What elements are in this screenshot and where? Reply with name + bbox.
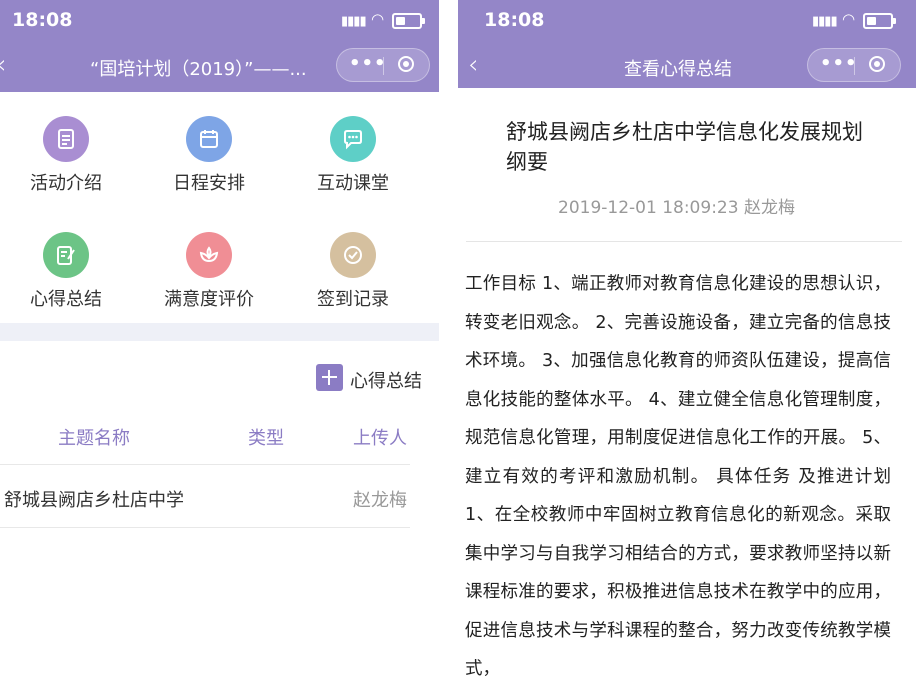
nav-title: “国培计划（2019）”——... — [90, 59, 307, 80]
mini-program-capsule: ••• — [336, 48, 430, 82]
status-time: 18:08 — [484, 9, 545, 31]
close-target-icon[interactable] — [869, 56, 885, 72]
nav-title: 查看心得总结 — [624, 59, 732, 80]
table-divider — [0, 464, 410, 465]
row-divider — [0, 527, 410, 528]
more-icon[interactable]: ••• — [349, 53, 387, 74]
article-body: 工作目标 1、端正教师对教育信息化建设的思想认识，转变老旧观念。 2、完善设施设… — [465, 274, 891, 679]
menu-activity-intro[interactable]: 活动介绍 — [0, 116, 136, 195]
article-author: 赵龙梅 — [743, 198, 795, 218]
menu-label: 心得总结 — [30, 289, 102, 310]
menu-label: 日程安排 — [173, 173, 245, 194]
menu-label: 签到记录 — [317, 289, 389, 310]
column-header-type: 类型 — [248, 428, 284, 449]
wifi-icon: ◠ — [842, 10, 856, 28]
column-header-uploader: 上传人 — [353, 428, 407, 449]
calendar-icon — [186, 116, 232, 162]
mini-program-capsule: ••• — [807, 48, 901, 82]
more-icon[interactable]: ••• — [820, 53, 858, 74]
add-icon[interactable] — [316, 364, 343, 391]
menu-label: 满意度评价 — [164, 289, 254, 310]
column-header-title: 主题名称 — [58, 428, 130, 449]
menu-reflection-summary[interactable]: 心得总结 — [0, 232, 136, 311]
top-bar: 18:08 ▮▮▮▮ ◠ ‹ 查看心得总结 ••• — [458, 0, 916, 88]
top-bar: 18:08 ▮▮▮▮ ◠ ‹ “国培计划（2019）”——... ••• — [0, 0, 439, 92]
menu-sign-in-record[interactable]: 签到记录 — [283, 232, 423, 311]
checkmark-circle-icon — [330, 232, 376, 278]
close-target-icon[interactable] — [398, 56, 414, 72]
signal-icon: ▮▮▮▮ — [812, 14, 838, 29]
add-summary-button[interactable]: 心得总结 — [350, 367, 422, 393]
battery-icon — [392, 13, 425, 29]
menu-interactive-class[interactable]: 互动课堂 — [283, 116, 423, 195]
menu-schedule[interactable]: 日程安排 — [139, 116, 279, 195]
chat-bubble-icon — [330, 116, 376, 162]
document-icon — [43, 116, 89, 162]
article-meta: 2019-12-01 18:09:23 赵龙梅 — [558, 193, 795, 218]
back-chevron-icon[interactable]: ‹ — [0, 50, 6, 80]
menu-label: 互动课堂 — [317, 173, 389, 194]
signal-icon: ▮▮▮▮ — [341, 14, 367, 29]
status-time: 18:08 — [12, 9, 73, 31]
article-title: 舒城县阙店乡杜店中学信息化发展规划纲要 — [506, 120, 863, 174]
cell-uploader: 赵龙梅 — [353, 490, 407, 511]
battery-icon — [863, 13, 896, 29]
view-summary-screen: 18:08 ▮▮▮▮ ◠ ‹ 查看心得总结 ••• 舒城县阙店乡杜店中学信息化发… — [458, 0, 916, 686]
section-divider — [0, 323, 439, 341]
menu-satisfaction[interactable]: 满意度评价 — [139, 232, 279, 311]
article-divider — [466, 241, 902, 242]
article-date: 2019-12-01 18:09:23 — [558, 198, 739, 218]
menu-label: 活动介绍 — [30, 173, 102, 194]
flower-icon — [186, 232, 232, 278]
back-chevron-icon[interactable]: ‹ — [468, 50, 478, 80]
wifi-icon: ◠ — [371, 10, 385, 28]
cell-title: 舒城县阙店乡杜店中学 — [4, 490, 184, 511]
activity-home-screen: 18:08 ▮▮▮▮ ◠ ‹ “国培计划（2019）”——... ••• 活动介… — [0, 0, 439, 686]
notepad-edit-icon — [43, 232, 89, 278]
